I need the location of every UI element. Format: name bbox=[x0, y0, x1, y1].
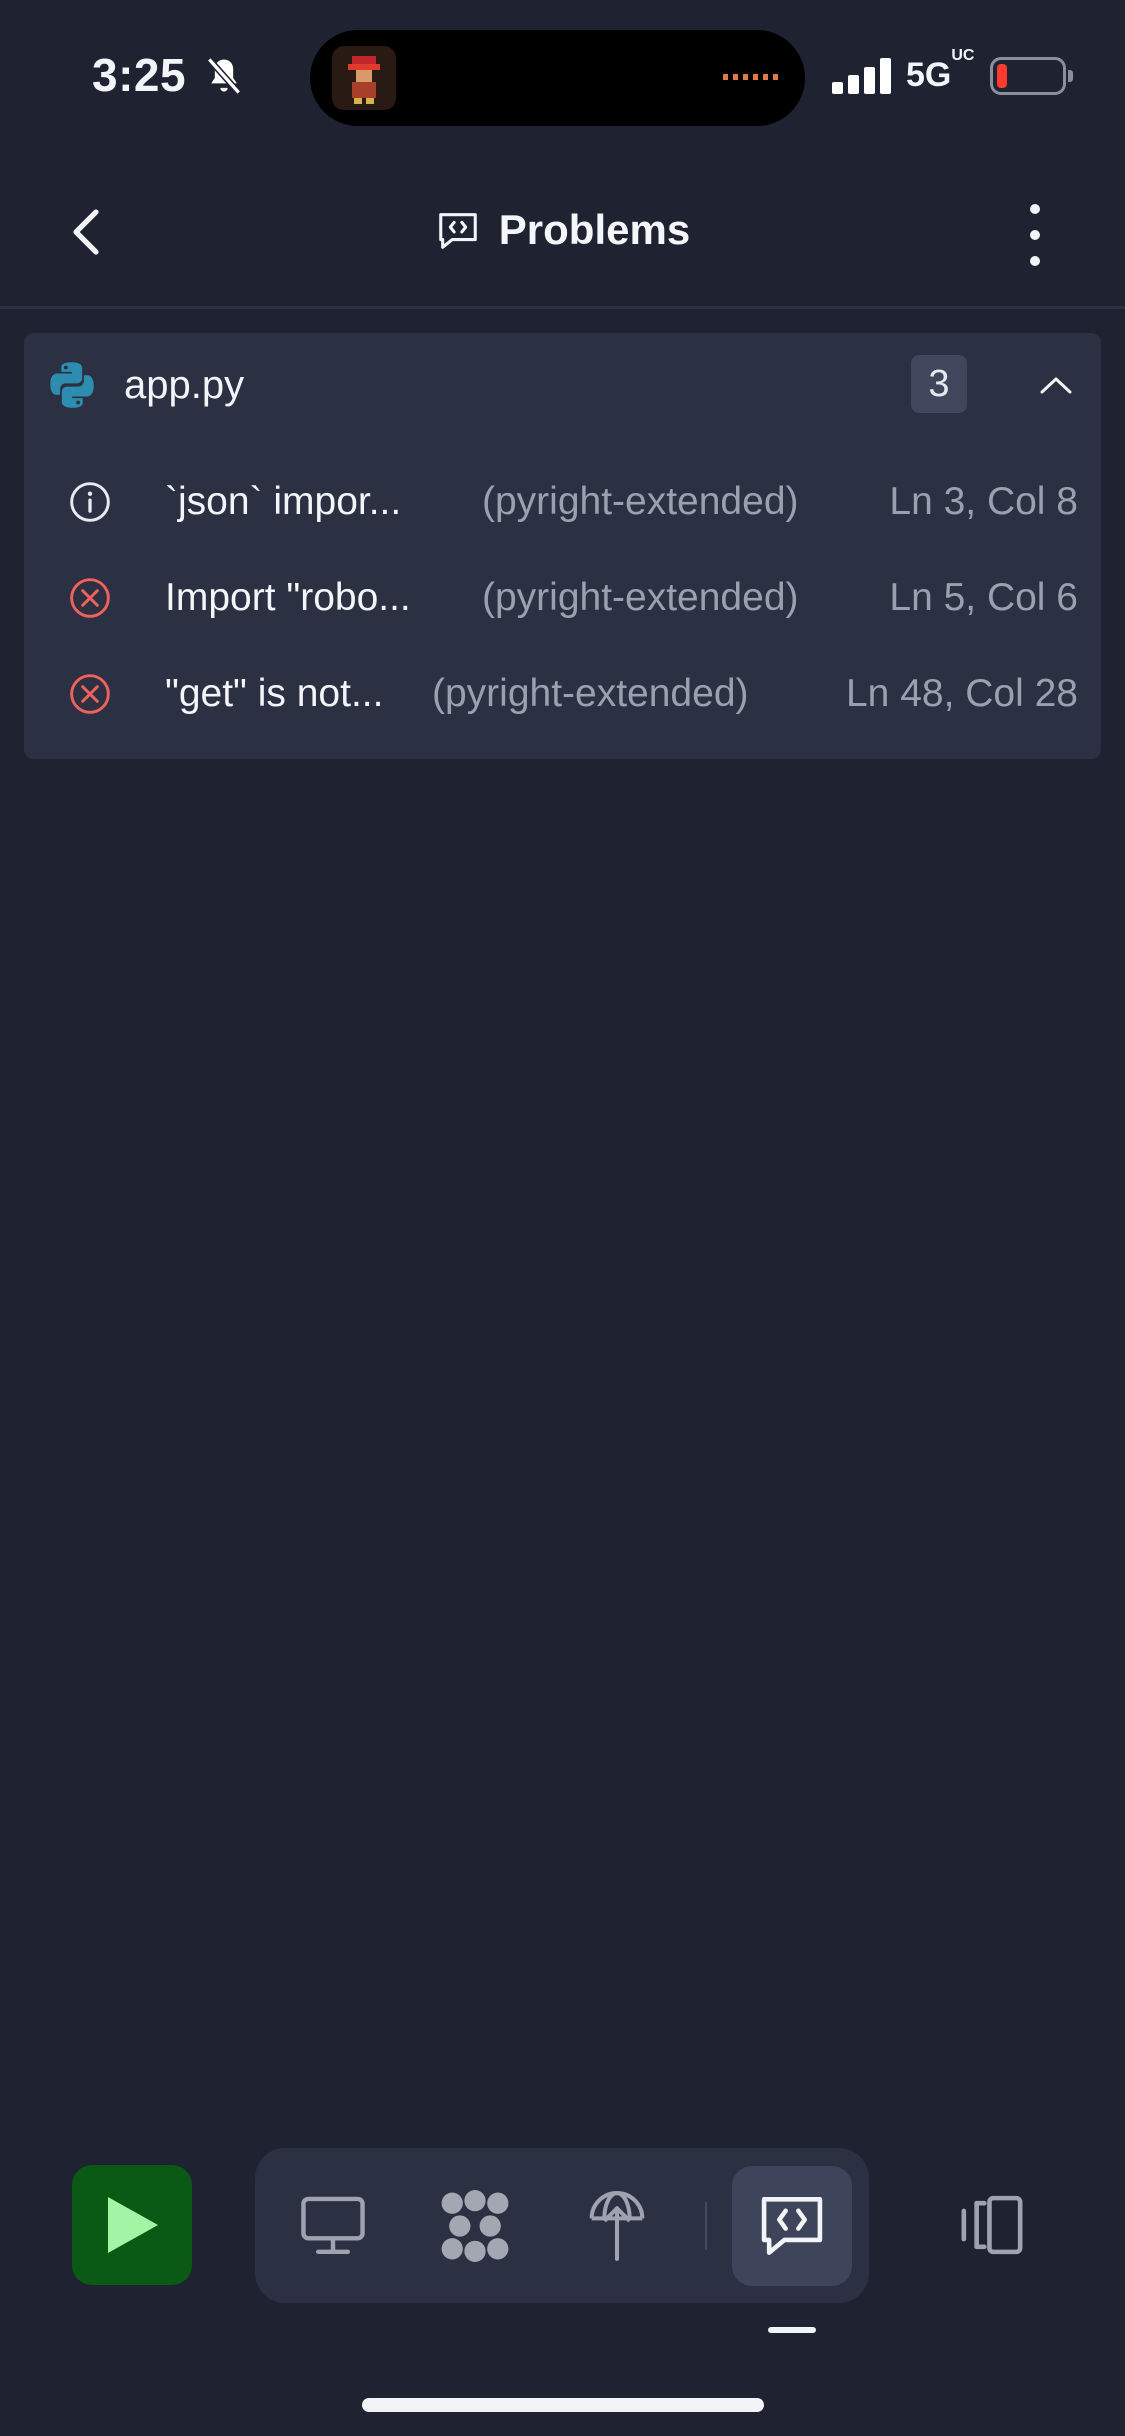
tab-problems[interactable] bbox=[732, 2166, 852, 2286]
file-problems-panel: app.py 3 `json` impor... (pyright-extend… bbox=[24, 333, 1101, 759]
more-dot-icon bbox=[1030, 256, 1040, 266]
tool-separator bbox=[705, 2202, 707, 2250]
deploy-icon bbox=[589, 2191, 645, 2261]
active-tab-indicator bbox=[768, 2327, 816, 2333]
run-button[interactable] bbox=[72, 2165, 192, 2285]
workflows-icon bbox=[441, 2190, 509, 2262]
problems-icon bbox=[761, 2197, 823, 2255]
problem-location: Ln 5, Col 6 bbox=[889, 576, 1078, 619]
info-icon bbox=[70, 482, 110, 522]
more-options-button[interactable] bbox=[1010, 200, 1060, 270]
dynamic-island bbox=[310, 30, 805, 126]
header-divider bbox=[0, 306, 1125, 309]
battery-icon bbox=[990, 57, 1073, 95]
chevron-up-icon bbox=[1040, 377, 1072, 394]
status-time: 3:25 bbox=[92, 49, 187, 101]
cellular-signal-icon bbox=[832, 58, 892, 94]
code-message-icon bbox=[439, 213, 477, 249]
problem-source: (pyright-extended) bbox=[432, 672, 749, 715]
problem-message: Import "robo... bbox=[165, 576, 411, 619]
live-activity-app-icon bbox=[332, 46, 396, 110]
error-icon bbox=[70, 578, 110, 618]
error-icon bbox=[70, 674, 110, 714]
file-header-row[interactable]: app.py 3 bbox=[24, 333, 1101, 437]
more-dot-icon bbox=[1030, 204, 1040, 214]
problem-source: (pyright-extended) bbox=[482, 576, 799, 619]
network-type: 5GUC bbox=[906, 46, 975, 94]
page-title: Problems bbox=[498, 206, 691, 253]
header-title-group: Problems bbox=[0, 206, 1125, 254]
layout-toggle-icon bbox=[961, 2195, 1023, 2255]
island-activity-dots bbox=[723, 74, 779, 80]
tool-tabs bbox=[255, 2148, 869, 2303]
problem-item[interactable]: `json` impor... (pyright-extended) Ln 3,… bbox=[24, 454, 1101, 550]
layout-toggle-button[interactable] bbox=[932, 2165, 1052, 2285]
problem-source: (pyright-extended) bbox=[482, 480, 799, 523]
problem-location: Ln 3, Col 8 bbox=[889, 480, 1078, 523]
collapse-button[interactable] bbox=[1034, 363, 1078, 407]
monitor-icon bbox=[301, 2196, 365, 2255]
more-dot-icon bbox=[1030, 230, 1040, 240]
silent-bell-icon bbox=[206, 57, 242, 95]
header: Problems bbox=[0, 170, 1125, 308]
problem-item[interactable]: Import "robo... (pyright-extended) Ln 5,… bbox=[24, 550, 1101, 646]
python-icon bbox=[50, 362, 94, 408]
problem-item[interactable]: "get" is not... (pyright-extended) Ln 48… bbox=[24, 646, 1101, 742]
tab-workflows[interactable] bbox=[415, 2166, 535, 2286]
problem-message: "get" is not... bbox=[165, 672, 384, 715]
home-indicator[interactable] bbox=[362, 2398, 764, 2412]
problem-location: Ln 48, Col 28 bbox=[845, 672, 1078, 715]
tab-deployments[interactable] bbox=[557, 2166, 677, 2286]
file-name: app.py bbox=[124, 363, 245, 407]
problem-message: `json` impor... bbox=[165, 480, 402, 523]
problems-screen: 3:25 5GUC Problems app.py 3 `json` impor… bbox=[0, 0, 1125, 2436]
tab-webview[interactable] bbox=[273, 2166, 393, 2286]
play-icon bbox=[108, 2197, 158, 2253]
battery-level bbox=[997, 64, 1007, 88]
status-bar: 3:25 5GUC bbox=[0, 0, 1125, 150]
problem-count-badge: 3 bbox=[911, 355, 967, 413]
